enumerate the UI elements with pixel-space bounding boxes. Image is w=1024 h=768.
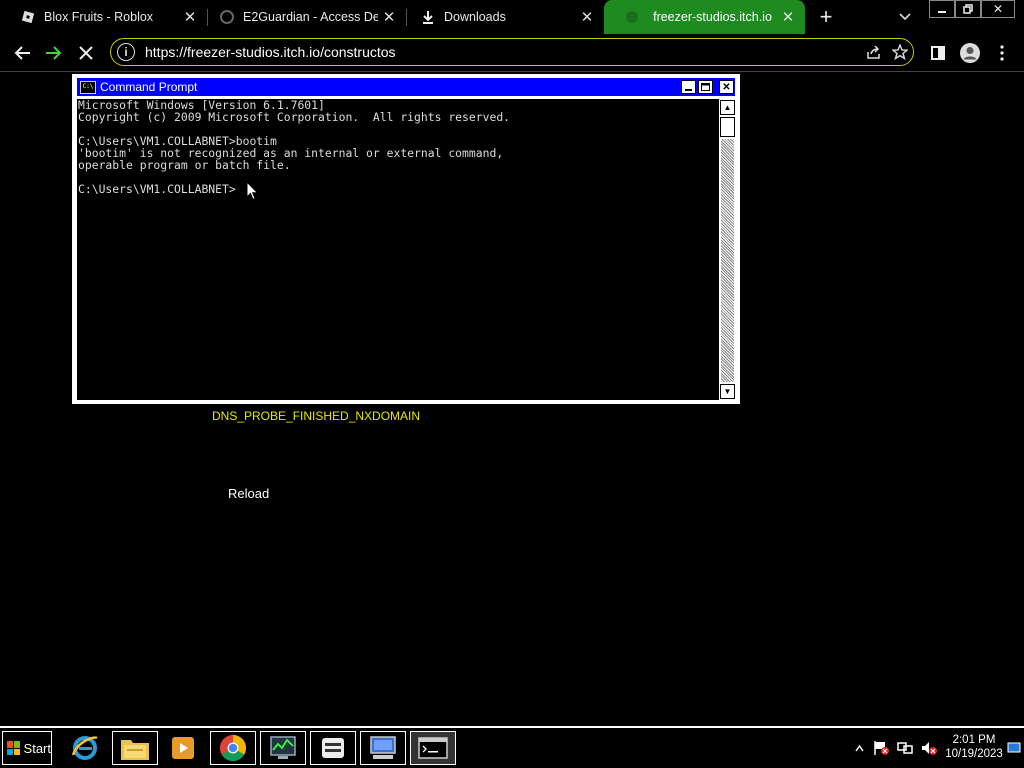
stop-loading-button[interactable] — [73, 40, 99, 66]
address-bar[interactable]: i https://freezer-studios.itch.io/constr… — [110, 38, 914, 66]
command-prompt-icon[interactable] — [410, 731, 456, 765]
file-explorer-icon[interactable] — [112, 731, 158, 765]
show-hidden-icons-chevron-icon[interactable] — [852, 736, 866, 760]
control-panel-icon[interactable] — [310, 731, 356, 765]
close-tab-icon[interactable]: ✕ — [576, 6, 598, 28]
tab-label: Downloads — [444, 10, 506, 24]
mouse-cursor-icon — [246, 181, 259, 201]
show-desktop-icon[interactable] — [1006, 736, 1022, 760]
close-icon — [79, 46, 93, 60]
cmd-title: Command Prompt — [100, 80, 198, 94]
e2guardian-icon — [219, 9, 235, 25]
volume-muted-icon[interactable] — [919, 736, 939, 760]
bookmark-star-icon[interactable] — [887, 39, 913, 65]
cmd-close-button[interactable]: ✕ — [719, 80, 734, 94]
cmd-minimize-button[interactable] — [681, 80, 696, 94]
internet-explorer-icon[interactable] — [62, 731, 108, 765]
new-tab-button[interactable]: + — [814, 4, 838, 29]
taskbar: Start 2:01 PM 10/19/2023 — [0, 726, 1024, 768]
cmd-icon: C:\ — [80, 80, 96, 94]
start-label: Start — [23, 740, 51, 756]
close-icon: ✕ — [722, 81, 731, 93]
side-panel-icon[interactable] — [925, 40, 951, 66]
scroll-down-arrow-icon[interactable]: ▼ — [720, 384, 735, 399]
browser-toolbar: i https://freezer-studios.itch.io/constr… — [0, 34, 1024, 72]
network-icon[interactable] — [895, 736, 915, 760]
console-line: Copyright (c) 2009 Microsoft Corporation… — [78, 110, 511, 124]
console-line: operable program or batch file. — [78, 158, 291, 172]
tab-search-chevron-icon[interactable] — [893, 6, 917, 28]
tab-label: freezer-studios.itch.io — [653, 10, 772, 24]
remote-desktop-icon[interactable] — [360, 731, 406, 765]
taskbar-clock[interactable]: 2:01 PM 10/19/2023 — [943, 733, 1005, 761]
media-player-icon[interactable] — [160, 731, 206, 765]
forward-arrow-icon — [46, 46, 62, 60]
itch-icon — [624, 9, 640, 25]
command-prompt-window[interactable]: C:\ Command Prompt ✕ Microsoft Windows [… — [72, 74, 740, 404]
minimize-button[interactable] — [929, 0, 955, 18]
tab-e2guardian[interactable]: E2Guardian - Access Deni ✕ — [199, 0, 406, 34]
share-icon[interactable] — [861, 39, 887, 65]
cmd-maximize-button[interactable] — [698, 80, 713, 94]
back-arrow-icon — [14, 46, 30, 60]
cmd-scrollbar[interactable]: ▲ ▼ — [718, 99, 736, 400]
close-tab-icon[interactable]: ✕ — [777, 6, 799, 28]
forward-button[interactable] — [41, 40, 67, 66]
tab-blox-fruits[interactable]: Blox Fruits - Roblox ✕ — [0, 0, 207, 34]
clock-date: 10/19/2023 — [945, 748, 1003, 760]
close-tab-icon[interactable]: ✕ — [179, 6, 201, 28]
close-window-button[interactable]: ✕ — [981, 0, 1015, 18]
action-center-flag-icon[interactable] — [871, 736, 891, 760]
roblox-icon — [20, 9, 36, 25]
scroll-track[interactable] — [721, 139, 734, 382]
close-icon: ✕ — [992, 2, 1004, 16]
scroll-up-arrow-icon[interactable]: ▲ — [720, 100, 735, 115]
tab-label: E2Guardian - Access Deni — [243, 10, 378, 24]
tab-freezer-studios[interactable]: freezer-studios.itch.io ✕ — [604, 0, 805, 34]
error-code: DNS_PROBE_FINISHED_NXDOMAIN — [212, 409, 421, 423]
close-tab-icon[interactable]: ✕ — [378, 6, 400, 28]
cmd-title-bar[interactable]: C:\ Command Prompt ✕ — [77, 78, 735, 96]
url-text[interactable]: https://freezer-studios.itch.io/construc… — [145, 44, 861, 60]
reload-button[interactable]: Reload — [220, 484, 277, 503]
menu-kebab-icon[interactable] — [989, 40, 1015, 66]
windows-flag-icon — [7, 741, 20, 755]
download-icon — [420, 9, 436, 25]
tab-downloads[interactable]: Downloads ✕ — [400, 0, 604, 34]
profile-avatar-icon[interactable] — [957, 40, 983, 66]
back-button[interactable] — [9, 40, 35, 66]
tab-label: Blox Fruits - Roblox — [44, 10, 154, 24]
start-button[interactable]: Start — [2, 731, 52, 765]
site-info-icon[interactable]: i — [117, 43, 135, 61]
task-manager-icon[interactable] — [260, 731, 306, 765]
restore-button[interactable] — [955, 0, 981, 18]
cmd-console[interactable]: Microsoft Windows [Version 6.1.7601] Cop… — [77, 99, 718, 400]
clock-time: 2:01 PM — [952, 734, 996, 746]
tab-strip: Blox Fruits - Roblox ✕ E2Guardian - Acce… — [0, 0, 1024, 34]
scroll-thumb[interactable] — [720, 117, 735, 137]
chrome-icon[interactable] — [210, 731, 256, 765]
console-prompt-line[interactable]: C:\Users\VM1.COLLABNET> — [78, 183, 718, 195]
